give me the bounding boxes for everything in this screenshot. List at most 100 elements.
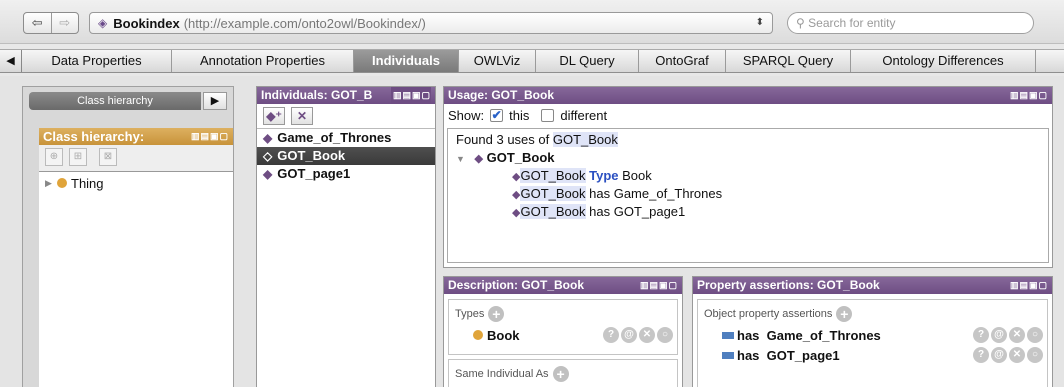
delete-icon[interactable]: ✕ bbox=[639, 327, 655, 343]
different-checkbox[interactable] bbox=[541, 108, 555, 122]
property-assertions-header: Property assertions: GOT_Book ▥▤▣▢ bbox=[693, 277, 1052, 294]
updown-icon[interactable]: ⬍ bbox=[756, 16, 764, 30]
usage-item[interactable]: ◆GOT_Book has Game_of_Thrones bbox=[456, 185, 1040, 203]
tab-scroll-left-icon[interactable]: ◀ bbox=[0, 50, 22, 72]
usage-item[interactable]: ◆GOT_Book Type Book bbox=[456, 167, 1040, 185]
individual-diamond-icon: ◆ bbox=[263, 131, 273, 145]
different-label: different bbox=[560, 107, 608, 123]
assertion-entry[interactable]: has GOT_page1 ? @ ✕ ○ bbox=[698, 345, 1047, 365]
explain-icon[interactable]: ? bbox=[973, 347, 989, 363]
usage-predicate: has bbox=[589, 204, 611, 219]
ontology-name: Bookindex bbox=[113, 15, 180, 31]
object-assertions-section: Object property assertions + has Game_of… bbox=[697, 299, 1048, 387]
object-assertions-header: Object property assertions + bbox=[698, 300, 1047, 322]
individual-diamond-icon: ◆ bbox=[263, 167, 273, 181]
annotate-icon[interactable]: @ bbox=[621, 327, 637, 343]
ontology-icon: ◈ bbox=[98, 16, 108, 30]
tab-owlviz[interactable]: OWLViz bbox=[459, 50, 536, 72]
usage-root[interactable]: ▼ ◆ GOT_Book bbox=[456, 149, 1040, 167]
object-property-icon bbox=[722, 351, 734, 359]
annotate-icon[interactable]: @ bbox=[991, 327, 1007, 343]
tab-annotation-properties[interactable]: Annotation Properties bbox=[172, 50, 354, 72]
individuals-title: Individuals: GOT_B bbox=[261, 88, 373, 102]
view-controls-icon[interactable]: ▥▤▣▢ bbox=[390, 87, 431, 104]
assertion-property: has bbox=[737, 347, 760, 363]
individual-item-selected[interactable]: ◇ GOT_Book bbox=[257, 147, 435, 165]
found-line: Found 3 uses of GOT_Book bbox=[456, 131, 1040, 149]
tab-sparql-query[interactable]: SPARQL Query bbox=[726, 50, 851, 72]
back-arrow-icon[interactable]: ⇦ bbox=[24, 13, 51, 33]
add-type-icon[interactable]: + bbox=[488, 306, 505, 322]
property-assertions-panel: Property assertions: GOT_Book ▥▤▣▢ Objec… bbox=[692, 276, 1053, 387]
same-individual-header: Same Individual As + bbox=[449, 360, 677, 382]
usage-object: GOT_page1 bbox=[613, 204, 686, 219]
add-sibling-icon[interactable]: ⊞ bbox=[69, 148, 87, 166]
tab-bar: ◀ Data Properties Annotation Properties … bbox=[0, 49, 1064, 73]
annotate-icon[interactable]: @ bbox=[991, 347, 1007, 363]
usage-item[interactable]: ◆GOT_Book has GOT_page1 bbox=[456, 203, 1040, 221]
class-icon bbox=[57, 178, 67, 188]
delete-icon[interactable]: ✕ bbox=[1009, 347, 1025, 363]
types-label: Types bbox=[455, 308, 485, 320]
individual-item[interactable]: ◆ Game_of_Thrones bbox=[257, 129, 435, 147]
view-controls-icon[interactable]: ▥▤▣▢ bbox=[640, 277, 678, 294]
object-assertions-label: Object property assertions bbox=[704, 308, 833, 320]
entry-actions: ? @ ✕ ○ bbox=[603, 327, 673, 343]
tab-ontograf[interactable]: OntoGraf bbox=[639, 50, 726, 72]
description-header: Description: GOT_Book ▥▤▣▢ bbox=[444, 277, 682, 294]
ontology-iri: (http://example.com/onto2owl/Bookindex/) bbox=[183, 15, 426, 31]
class-hierarchy-title: Class hierarchy: bbox=[43, 129, 145, 144]
ontology-selector[interactable]: ◈ Bookindex (http://example.com/onto2owl… bbox=[89, 12, 773, 34]
edit-icon[interactable]: ○ bbox=[1027, 327, 1043, 343]
tab-dl-query[interactable]: DL Query bbox=[536, 50, 639, 72]
tree-item-thing[interactable]: ▶ Thing bbox=[39, 174, 233, 192]
types-header: Types + bbox=[449, 300, 677, 322]
individual-label: GOT_Book bbox=[277, 148, 346, 163]
class-hierarchy-container: Class hierarchy ▶ Class hierarchy: ▥▤▣▢ … bbox=[22, 86, 234, 387]
add-subclass-icon[interactable]: ⊕ bbox=[45, 148, 63, 166]
description-panel: Description: GOT_Book ▥▤▣▢ Types + Book … bbox=[443, 276, 683, 387]
assertion-entry[interactable]: has Game_of_Thrones ? @ ✕ ○ bbox=[698, 325, 1047, 345]
usage-title: Usage: GOT_Book bbox=[448, 88, 555, 102]
edit-icon[interactable]: ○ bbox=[657, 327, 673, 343]
delete-individual-icon[interactable]: ✕ bbox=[291, 107, 313, 125]
add-object-assertion-icon[interactable]: + bbox=[836, 306, 853, 322]
entity-search-input[interactable]: ⚲ Search for entity bbox=[787, 12, 1034, 34]
nav-buttons: ⇦ ⇨ bbox=[23, 12, 79, 34]
view-controls-icon[interactable]: ▥▤▣▢ bbox=[191, 128, 229, 145]
workspace: Class hierarchy ▶ Class hierarchy: ▥▤▣▢ … bbox=[0, 76, 1064, 387]
view-controls-icon[interactable]: ▥▤▣▢ bbox=[1010, 277, 1048, 294]
delete-icon[interactable]: ✕ bbox=[1009, 327, 1025, 343]
usage-object: Book bbox=[622, 168, 652, 183]
forward-arrow-icon[interactable]: ⇨ bbox=[50, 13, 79, 33]
explain-icon[interactable]: ? bbox=[603, 327, 619, 343]
tab-individuals[interactable]: Individuals bbox=[354, 50, 459, 72]
usage-predicate: Type bbox=[589, 168, 619, 183]
search-placeholder: Search for entity bbox=[808, 16, 896, 30]
view-controls-icon[interactable]: ▥▤▣▢ bbox=[1010, 87, 1048, 104]
play-arrow-icon[interactable]: ▶ bbox=[203, 92, 227, 110]
assertion-property: has bbox=[737, 327, 760, 343]
usage-predicate: has bbox=[589, 186, 611, 201]
add-same-individual-icon[interactable]: + bbox=[552, 366, 569, 382]
type-label: Book bbox=[487, 327, 520, 343]
tab-data-properties[interactable]: Data Properties bbox=[22, 50, 172, 72]
individual-item[interactable]: ◆ GOT_page1 bbox=[257, 165, 435, 183]
this-label: this bbox=[509, 107, 530, 123]
this-checkbox[interactable]: ✔ bbox=[490, 108, 504, 122]
add-individual-icon[interactable]: ◆⁺ bbox=[263, 107, 285, 125]
edit-icon[interactable]: ○ bbox=[1027, 347, 1043, 363]
entry-actions: ? @ ✕ ○ bbox=[973, 327, 1043, 343]
tab-ontology-differences[interactable]: Ontology Differences bbox=[851, 50, 1036, 72]
delete-class-icon[interactable]: ⊠ bbox=[99, 148, 117, 166]
expand-triangle-icon[interactable]: ▶ bbox=[45, 178, 57, 189]
individuals-header: Individuals: GOT_B ▥▤▣▢ bbox=[257, 87, 435, 104]
object-property-icon bbox=[722, 331, 734, 339]
explain-icon[interactable]: ? bbox=[973, 327, 989, 343]
individuals-panel: Individuals: GOT_B ▥▤▣▢ ◆⁺ ✕ ◆ Game_of_Th… bbox=[256, 86, 436, 387]
class-toolbar: ⊕ ⊞ ⊠ bbox=[39, 145, 233, 171]
collapse-triangle-icon[interactable]: ▼ bbox=[456, 154, 465, 164]
type-entry[interactable]: Book ? @ ✕ ○ bbox=[449, 325, 677, 345]
assertion-value: GOT_page1 bbox=[766, 347, 840, 363]
class-hierarchy-tab[interactable]: Class hierarchy bbox=[29, 92, 201, 110]
